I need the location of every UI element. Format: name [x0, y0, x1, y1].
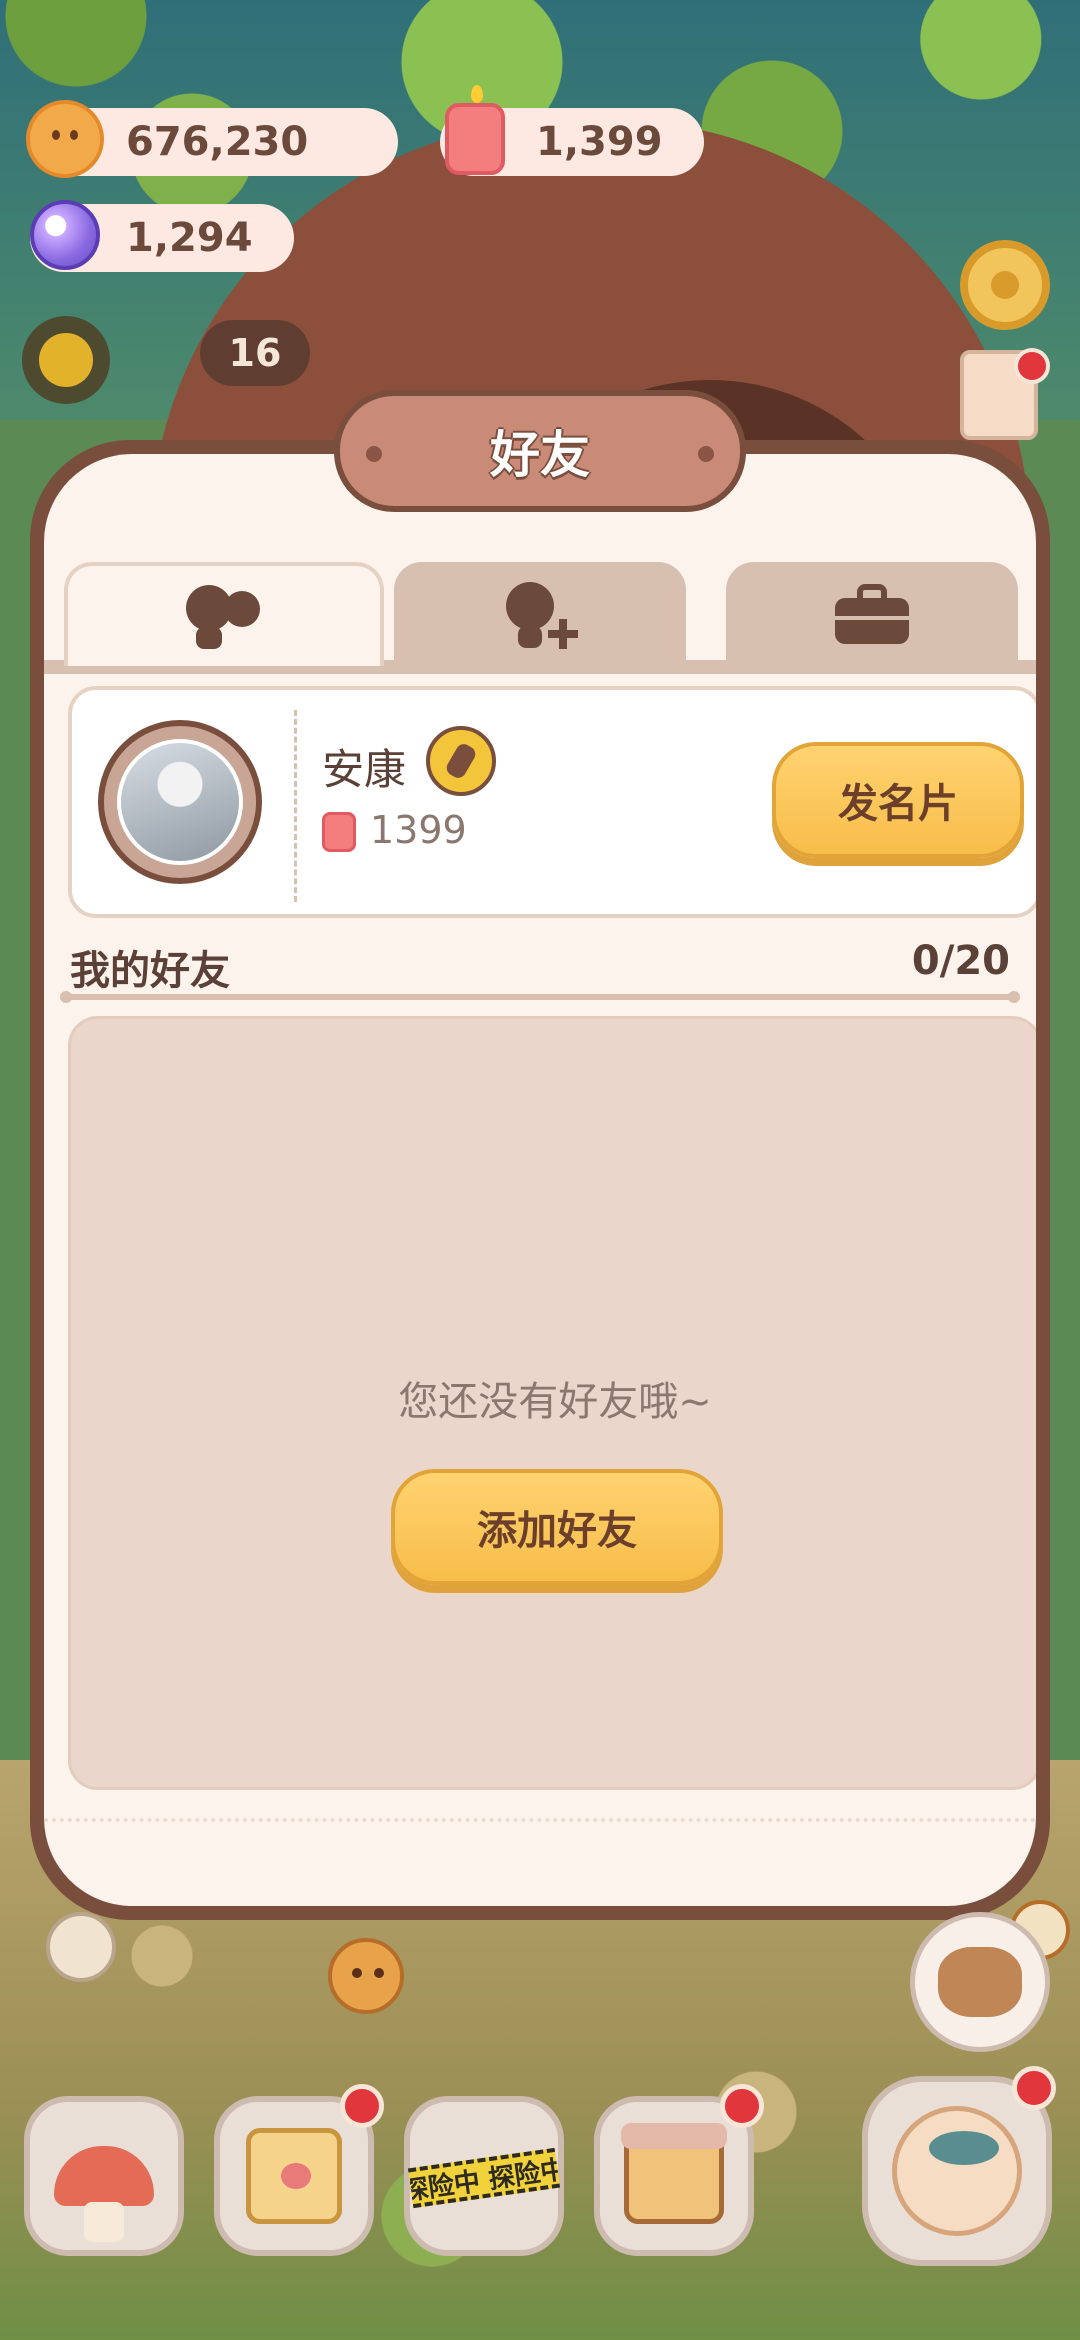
crystal-currency[interactable]: 1,294: [30, 200, 294, 272]
gear-icon[interactable]: [960, 240, 1050, 330]
sun-icon[interactable]: [22, 316, 110, 404]
crystal-icon: [22, 192, 108, 278]
friends-list: 您还没有好友哦~ 添加好友: [68, 1016, 1036, 1790]
char-eye: [374, 1968, 384, 1978]
shop-stall-icon: [621, 2123, 727, 2224]
empty-friends-message: 您还没有好友哦~: [398, 1379, 712, 1425]
expedition-tape: 探险中 探险中: [407, 2147, 561, 2209]
cookie-character[interactable]: [328, 1938, 404, 2014]
nav-expedition[interactable]: 探险中 探险中: [404, 2096, 564, 2256]
friends-count: 0/20: [911, 938, 1010, 984]
add-friend-button[interactable]: 添加好友: [391, 1469, 723, 1585]
player-score: 1399: [370, 808, 467, 852]
player-name: 安康: [322, 745, 407, 794]
candle-icon: [322, 812, 356, 852]
send-card-button[interactable]: 发名片: [772, 742, 1024, 858]
notification-dot: [1012, 2066, 1056, 2110]
friends-icon: [184, 581, 264, 651]
friends-modal-body: 安康 1399 发名片 我的好友 0/20 您还没有好友哦~ 添加好友: [44, 454, 1036, 1906]
level-badge: 16: [200, 320, 310, 386]
avatar[interactable]: [98, 720, 262, 884]
candle-icon: [432, 85, 518, 182]
friends-modal: 安康 1399 发名片 我的好友 0/20 您还没有好友哦~ 添加好友: [30, 440, 1050, 1920]
tab-add-friend[interactable]: [394, 562, 686, 666]
notification-dot: [340, 2084, 384, 2128]
modal-title-plate: 好友: [334, 390, 746, 512]
cat-helper-icon[interactable]: [910, 1912, 1050, 2052]
add-friend-icon: [502, 578, 578, 650]
my-friends-title: 我的好友: [70, 948, 230, 994]
briefcase-icon: [835, 584, 909, 644]
scalloped-edge: [44, 1818, 1036, 1828]
avatar-photo: [117, 739, 243, 865]
popsicle-badge-icon[interactable]: [426, 726, 496, 796]
cookie-character[interactable]: [46, 1912, 116, 1982]
nav-mushroom-house[interactable]: [24, 2096, 184, 2256]
nail-icon: [698, 446, 714, 462]
notebook-icon: [246, 2128, 342, 2224]
notification-dot: [1014, 348, 1050, 384]
tab-friends[interactable]: [64, 562, 384, 666]
profile-card: 安康 1399 发名片: [68, 686, 1036, 918]
modal-title: 好友: [490, 426, 590, 484]
tab-briefcase[interactable]: [726, 562, 1018, 666]
char-eye: [352, 1968, 362, 1978]
mushroom-house-icon: [54, 2146, 154, 2242]
nail-icon: [366, 446, 382, 462]
notification-dot: [720, 2084, 764, 2128]
candle-currency[interactable]: 1,399: [440, 85, 704, 176]
profile-divider: [294, 710, 300, 902]
cookie-icon: [22, 96, 108, 182]
fish-alarm-clock-icon: [892, 2106, 1022, 2236]
cookie-currency[interactable]: 676,230: [26, 100, 398, 178]
section-divider: [60, 991, 1020, 1003]
